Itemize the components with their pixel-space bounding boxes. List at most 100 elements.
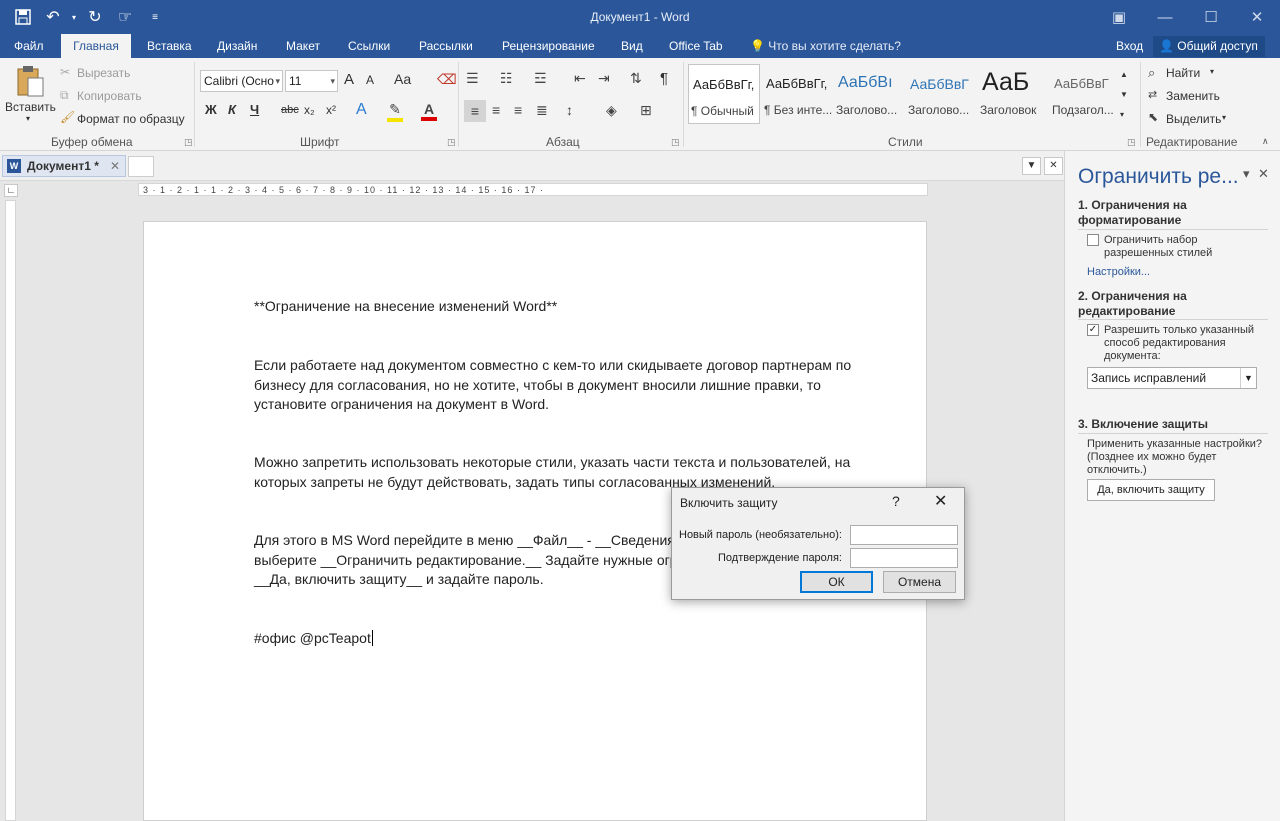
document-paragraph[interactable]: **Ограничение на внесение изменений Word… xyxy=(254,297,874,317)
tab-view[interactable]: Вид xyxy=(613,34,651,58)
styles-more-icon[interactable]: ▾ xyxy=(1120,110,1124,119)
show-marks-button[interactable]: ¶ xyxy=(660,70,668,87)
shading-icon[interactable]: ◈ xyxy=(606,102,617,119)
paste-icon[interactable] xyxy=(14,64,46,100)
multilevel-list-icon[interactable]: ☲ xyxy=(534,70,547,87)
subscript-button[interactable]: x₂ xyxy=(304,103,315,117)
tab-office-tab[interactable]: Office Tab xyxy=(661,34,731,58)
ok-button[interactable]: ОК xyxy=(800,571,873,593)
document-paragraph[interactable]: Если работаете над документом совместно … xyxy=(254,356,874,415)
tab-layout[interactable]: Макет xyxy=(278,34,328,58)
format-painter-icon: 🖌 xyxy=(60,110,76,124)
pane-options-icon[interactable]: ▾ xyxy=(1243,166,1250,182)
tab-references[interactable]: Ссылки xyxy=(340,34,398,58)
styles-scroll-down-icon[interactable]: ▼ xyxy=(1120,90,1128,99)
minimize-button[interactable]: — xyxy=(1142,0,1188,34)
tab-file[interactable]: Файл xyxy=(6,34,52,58)
sort-icon[interactable]: ⇅ xyxy=(630,70,642,87)
strikethrough-button[interactable]: abc xyxy=(281,104,299,116)
style-subtitle[interactable]: АаБбВвГ Подзагол... xyxy=(1050,64,1122,124)
shrink-font-button[interactable]: A xyxy=(366,73,374,87)
align-right-icon[interactable]: ≡ xyxy=(514,102,522,118)
select-dropdown-icon[interactable]: ▾ xyxy=(1222,113,1226,122)
bullets-icon[interactable]: ☰ xyxy=(466,70,479,87)
help-icon[interactable]: ? xyxy=(892,493,900,509)
styles-scroll-up-icon[interactable]: ▲ xyxy=(1120,70,1128,79)
style-no-spacing[interactable]: АаБбВвГг, ¶ Без инте... xyxy=(762,64,834,124)
tab-selector-icon[interactable]: ∟ xyxy=(4,184,18,197)
highlight-icon[interactable]: ✎ xyxy=(387,101,403,122)
maximize-button[interactable]: ☐ xyxy=(1188,0,1234,34)
italic-button[interactable]: К xyxy=(228,102,236,117)
ribbon-separator xyxy=(683,62,684,147)
settings-link[interactable]: Настройки... xyxy=(1087,266,1150,278)
paste-button[interactable]: Вставить xyxy=(5,100,56,114)
grow-font-button[interactable]: A xyxy=(344,71,354,88)
text-effects-icon[interactable]: A xyxy=(356,101,367,119)
superscript-button[interactable]: x² xyxy=(326,103,336,117)
font-launcher-icon[interactable]: ◳ xyxy=(447,137,456,148)
select-button[interactable]: Выделить xyxy=(1166,112,1221,126)
clear-formatting-icon[interactable]: ⌫ xyxy=(437,71,457,88)
borders-icon[interactable]: ⊞ xyxy=(640,102,652,119)
find-button[interactable]: Найти xyxy=(1166,66,1200,80)
collapse-ribbon-icon[interactable]: ∧ xyxy=(1262,136,1269,147)
document-tab[interactable]: W Документ1 * ✕ xyxy=(2,155,126,177)
ribbon-display-icon[interactable]: ▣ xyxy=(1096,0,1142,34)
change-case-button[interactable]: Aa xyxy=(394,71,411,87)
find-dropdown-icon[interactable]: ▾ xyxy=(1210,67,1214,76)
new-password-label: Новый пароль (необязательно): xyxy=(679,529,842,541)
confirm-password-input[interactable] xyxy=(850,548,958,568)
increase-indent-icon[interactable]: ⇥ xyxy=(598,70,610,87)
tab-design[interactable]: Дизайн xyxy=(209,34,265,58)
close-icon[interactable]: ✕ xyxy=(934,491,947,511)
cut-button[interactable]: Вырезать xyxy=(77,66,130,80)
tab-list-dropdown-icon[interactable]: ▼ xyxy=(1022,157,1041,175)
style-normal[interactable]: АаБбВвГг, ¶ Обычный xyxy=(688,64,760,124)
tab-home[interactable]: Главная xyxy=(61,34,131,59)
justify-icon[interactable]: ≣ xyxy=(536,102,548,119)
dialog-title: Включить защиту xyxy=(680,496,778,510)
decrease-indent-icon[interactable]: ⇤ xyxy=(574,70,586,87)
vertical-ruler[interactable] xyxy=(5,200,16,821)
replace-button[interactable]: Заменить xyxy=(1166,89,1220,103)
align-left-icon[interactable]: ≡ xyxy=(464,100,486,122)
tab-mailings[interactable]: Рассылки xyxy=(411,34,481,58)
clipboard-launcher-icon[interactable]: ◳ xyxy=(184,137,193,148)
font-color-icon[interactable]: A xyxy=(421,101,437,121)
new-tab-button[interactable] xyxy=(128,156,154,177)
close-document-icon[interactable]: ✕ xyxy=(1044,157,1063,175)
share-button[interactable]: 👤 Общий доступ xyxy=(1153,36,1265,57)
line-spacing-icon[interactable]: ↕ xyxy=(566,102,573,118)
font-name-combo[interactable]: Calibri (Осно ▾ xyxy=(200,70,283,92)
copy-button[interactable]: Копировать xyxy=(77,89,142,103)
editing-mode-select[interactable]: Запись исправлений ▼ xyxy=(1087,367,1257,389)
underline-button[interactable]: Ч xyxy=(250,102,259,117)
document-paragraph[interactable]: #офис @pcTeapot xyxy=(254,629,874,649)
numbering-icon[interactable]: ☷ xyxy=(500,70,513,87)
limit-styles-checkbox[interactable] xyxy=(1087,234,1099,246)
bold-button[interactable]: Ж xyxy=(205,102,217,117)
login-link[interactable]: Вход xyxy=(1116,34,1143,58)
style-heading-2[interactable]: АаБбВвГ Заголово... xyxy=(906,64,978,124)
new-password-input[interactable] xyxy=(850,525,958,545)
styles-launcher-icon[interactable]: ◳ xyxy=(1127,137,1136,148)
align-center-icon[interactable]: ≡ xyxy=(492,102,500,118)
tab-insert[interactable]: Вставка xyxy=(139,34,200,58)
format-painter-button[interactable]: Формат по образцу xyxy=(77,112,185,126)
close-tab-icon[interactable]: ✕ xyxy=(110,159,120,173)
document-tab-bar: W Документ1 * ✕ ▼ ✕ xyxy=(0,151,1064,181)
enforce-protection-button[interactable]: Да, включить защиту xyxy=(1087,479,1215,501)
style-title[interactable]: АаБ Заголовок xyxy=(978,64,1050,124)
paste-dropdown-icon[interactable]: ▾ xyxy=(26,114,30,123)
paragraph-launcher-icon[interactable]: ◳ xyxy=(671,137,680,148)
close-button[interactable]: ✕ xyxy=(1234,0,1280,34)
font-size-combo[interactable]: 11 ▾ xyxy=(285,70,338,92)
cancel-button[interactable]: Отмена xyxy=(883,571,956,593)
style-heading-1[interactable]: АаБбВı Заголово... xyxy=(834,64,906,124)
tab-review[interactable]: Рецензирование xyxy=(494,34,603,58)
pane-close-icon[interactable]: ✕ xyxy=(1258,166,1269,182)
allow-only-checkbox[interactable]: ✓ xyxy=(1087,324,1099,336)
tell-me-box[interactable]: 💡 Что вы хотите сделать? xyxy=(750,34,901,58)
horizontal-ruler[interactable]: 3 · 1 · 2 · 1 · 1 · 2 · 3 · 4 · 5 · 6 · … xyxy=(138,183,928,196)
